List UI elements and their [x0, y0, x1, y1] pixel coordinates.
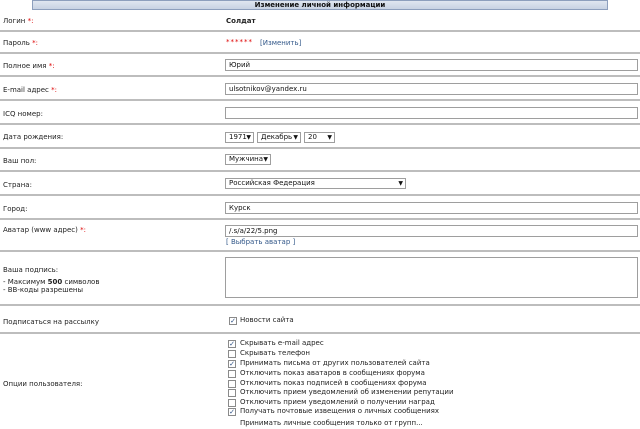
option-label: Отключить показ аватаров в сообщениях фо…	[240, 369, 425, 377]
city-label: Город:	[3, 205, 28, 213]
country-select[interactable]: Российская Федерация ▼	[225, 178, 406, 189]
chevron-down-icon: ▼	[398, 180, 403, 187]
page-header: Изменение личной информации	[32, 0, 608, 10]
birth-month-select[interactable]: Декабрь ▼	[257, 132, 301, 143]
divider	[0, 332, 640, 334]
newsletter-checkbox[interactable]: ✓	[229, 317, 237, 325]
signature-hint-bbcode: - BB-коды разрешены	[3, 286, 84, 294]
option-checkbox[interactable]	[228, 389, 236, 397]
gender-label: Ваш пол:	[3, 157, 37, 165]
icq-label: ICQ номер:	[3, 110, 43, 118]
login-value: Солдат	[226, 17, 256, 25]
page-title: Изменение личной информации	[254, 1, 386, 9]
country-label: Страна:	[3, 181, 32, 189]
option-label: Отключить прием уведомлений о получении …	[240, 398, 435, 406]
icq-input[interactable]	[225, 107, 638, 119]
email-input[interactable]: ulsotnikov@yandex.ru	[225, 83, 638, 95]
change-password-link[interactable]: [Изменить]	[260, 39, 301, 47]
groups-messages-link[interactable]: Принимать личные сообщения только от гру…	[240, 419, 423, 427]
option-label: Скрывать телефон	[240, 349, 310, 357]
chevron-down-icon: ▼	[246, 134, 251, 141]
newsletter-option-label: Новости сайта	[240, 316, 294, 324]
city-input[interactable]: Курск	[225, 202, 638, 214]
divider	[0, 52, 640, 54]
option-checkbox[interactable]: ✓	[228, 340, 236, 348]
divider	[0, 99, 640, 101]
chevron-down-icon: ▼	[327, 134, 332, 141]
option-checkbox[interactable]	[228, 350, 236, 358]
divider	[0, 170, 640, 172]
divider	[0, 30, 640, 32]
signature-label: Ваша подпись:	[3, 266, 59, 274]
avatar-label: Аватар (www адрес) *:	[3, 226, 86, 234]
password-label: Пароль *:	[3, 39, 38, 47]
option-checkbox[interactable]	[228, 380, 236, 388]
option-label: Получать почтовые извещения о личных соо…	[240, 407, 439, 415]
birth-day-select[interactable]: 20 ▼	[304, 132, 335, 143]
option-checkbox[interactable]: ✓	[228, 408, 236, 416]
divider	[0, 250, 640, 252]
fullname-input[interactable]: Юрий	[225, 59, 638, 71]
divider	[0, 75, 640, 77]
option-label: Скрывать e-mail адрес	[240, 339, 324, 347]
option-checkbox[interactable]	[228, 370, 236, 378]
birth-year-select[interactable]: 1971 ▼	[225, 132, 254, 143]
newsletter-label: Подписаться на рассылку	[3, 318, 100, 326]
divider	[0, 147, 640, 149]
option-label: Отключить показ подписей в сообщениях фо…	[240, 379, 427, 387]
avatar-url-input[interactable]: /.s/a/22/5.png	[225, 225, 638, 237]
option-checkbox[interactable]	[228, 399, 236, 407]
signature-textarea[interactable]	[225, 257, 638, 298]
option-label: Отключить прием уведомлений об изменении…	[240, 388, 454, 396]
gender-select[interactable]: Мужчина ▼	[225, 154, 271, 165]
divider	[0, 194, 640, 196]
chevron-down-icon: ▼	[263, 156, 268, 163]
option-checkbox[interactable]: ✓	[228, 360, 236, 368]
signature-hint-max: - Максимум 500 символов	[3, 278, 100, 286]
divider	[0, 123, 640, 125]
chevron-down-icon: ▼	[293, 134, 298, 141]
divider	[0, 218, 640, 220]
options-label: Опции пользователя:	[3, 380, 83, 388]
email-label: E-mail адрес *:	[3, 86, 57, 94]
password-mask: ******	[226, 38, 253, 46]
login-label: Логин *:	[3, 17, 34, 25]
fullname-label: Полное имя *:	[3, 62, 55, 70]
choose-avatar-link[interactable]: [ Выбрать аватар ]	[226, 238, 295, 246]
divider	[0, 304, 640, 306]
birthdate-label: Дата рождения:	[3, 133, 64, 141]
option-label: Принимать письма от других пользователей…	[240, 359, 430, 367]
